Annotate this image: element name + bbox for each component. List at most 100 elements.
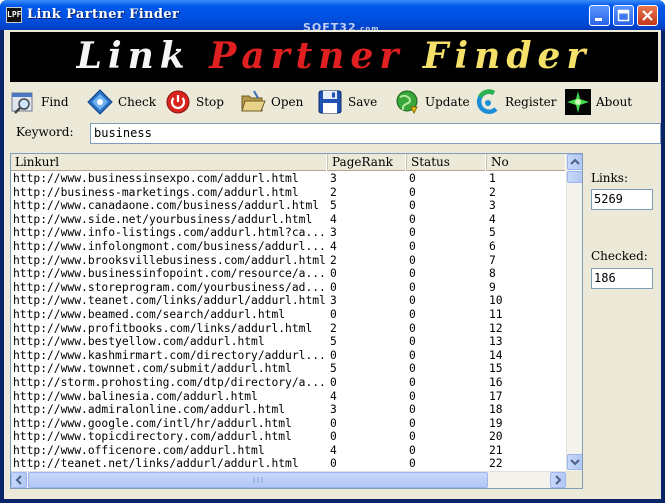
stop-label: Stop bbox=[196, 95, 224, 109]
table-row[interactable]: http://www.businessinfopoint.com/resourc… bbox=[11, 267, 567, 281]
column-header-no[interactable]: No bbox=[487, 154, 567, 171]
cell-pagerank: 2 bbox=[330, 321, 337, 335]
about-icon bbox=[565, 89, 591, 115]
table-row[interactable]: http://storm.prohosting.com/dtp/director… bbox=[11, 376, 567, 390]
maximize-button[interactable] bbox=[613, 5, 634, 26]
cell-pagerank: 4 bbox=[330, 443, 337, 457]
scroll-up-button[interactable] bbox=[567, 154, 582, 170]
chevron-down-icon bbox=[570, 459, 580, 466]
cell-pagerank: 0 bbox=[330, 430, 337, 444]
cell-linkurl: http://www.balinesia.com/addurl.html bbox=[13, 389, 258, 403]
table-row[interactable]: http://www.balinesia.com/addurl.html 4 0 17 bbox=[11, 390, 567, 404]
table-row[interactable]: http://www.townnet.com/submit/addurl.htm… bbox=[11, 362, 567, 376]
cell-pagerank: 0 bbox=[330, 307, 337, 321]
floppy-disk-icon bbox=[318, 90, 342, 114]
stop-button[interactable]: Stop bbox=[165, 88, 224, 116]
cell-linkurl: http://www.topicdirectory.com/addurl.htm… bbox=[13, 430, 292, 444]
column-header-linkurl[interactable]: Linkurl bbox=[11, 154, 328, 171]
cell-no: 5 bbox=[489, 226, 496, 240]
cell-status: 0 bbox=[409, 185, 416, 199]
results-list[interactable]: Linkurl PageRank Status No http://www.bu… bbox=[10, 153, 583, 489]
table-row[interactable]: http://www.google.com/intl/hr/addurl.htm… bbox=[11, 417, 567, 431]
cell-no: 13 bbox=[489, 335, 503, 349]
table-row[interactable]: http://www.kashmirmart.com/directory/add… bbox=[11, 349, 567, 363]
column-header-pagerank[interactable]: PageRank bbox=[328, 154, 407, 171]
cell-linkurl: http://www.townnet.com/submit/addurl.htm… bbox=[13, 362, 292, 376]
cell-pagerank: 5 bbox=[330, 199, 337, 213]
cell-status: 0 bbox=[409, 267, 416, 281]
cell-status: 0 bbox=[409, 199, 416, 213]
scroll-right-button[interactable] bbox=[550, 472, 566, 488]
cell-linkurl: http://www.side.net/yourbusiness/addurl.… bbox=[13, 212, 313, 226]
table-row[interactable]: http://www.teanet.com/links/addurl/addur… bbox=[11, 294, 567, 308]
links-count-field[interactable]: 5269 bbox=[591, 189, 653, 210]
table-row[interactable]: http://www.storeprogram.com/yourbusiness… bbox=[11, 281, 567, 295]
table-row[interactable]: http://www.admiralonline.com/addurl.html… bbox=[11, 403, 567, 417]
check-button[interactable]: Check bbox=[87, 88, 156, 116]
checked-count-field[interactable]: 186 bbox=[591, 268, 653, 289]
table-row[interactable]: http://www.profitbooks.com/links/addurl.… bbox=[11, 322, 567, 336]
table-row[interactable]: http://teanet.net/links/addurl/addurl.ht… bbox=[11, 457, 567, 471]
keyword-label: Keyword: bbox=[16, 125, 74, 139]
close-button[interactable] bbox=[637, 5, 658, 26]
banner: Link Partner Finder bbox=[10, 32, 658, 82]
title-bar[interactable]: LPF Link Partner Finder SOFT32.com bbox=[0, 0, 665, 34]
table-row[interactable]: http://www.brooksvillebusiness.com/addur… bbox=[11, 254, 567, 268]
find-button[interactable]: Find bbox=[10, 88, 69, 116]
table-row[interactable]: http://www.bestyellow.com/addurl.html 5 0 1… bbox=[11, 335, 567, 349]
table-row[interactable]: http://www.infolongmont.com/business/add… bbox=[11, 240, 567, 254]
cell-no: 14 bbox=[489, 348, 503, 362]
cell-linkurl: http://www.officenore.com/addurl.html bbox=[13, 443, 265, 457]
table-row[interactable]: http://business-marketings.com/addurl.ht… bbox=[11, 186, 567, 200]
cell-pagerank: 0 bbox=[330, 280, 337, 294]
column-header-status[interactable]: Status bbox=[407, 154, 487, 171]
register-icon bbox=[476, 89, 498, 114]
table-row[interactable]: http://www.canadaone.com/business/addurl… bbox=[11, 199, 567, 213]
cell-status: 0 bbox=[409, 280, 416, 294]
horizontal-scroll-thumb[interactable] bbox=[28, 472, 488, 488]
cell-status: 0 bbox=[409, 375, 416, 389]
cell-status: 0 bbox=[409, 362, 416, 376]
cell-pagerank: 2 bbox=[330, 185, 337, 199]
update-button[interactable]: Update bbox=[394, 88, 470, 116]
table-row[interactable]: http://www.officenore.com/addurl.html 4 0 2… bbox=[11, 444, 567, 458]
cell-no: 18 bbox=[489, 403, 503, 417]
cell-linkurl: http://www.businessinfopoint.com/resourc… bbox=[13, 267, 326, 281]
banner-word-partner: Partner bbox=[209, 35, 405, 77]
check-icon bbox=[87, 89, 113, 115]
cell-status: 0 bbox=[409, 403, 416, 417]
vertical-scrollbar[interactable] bbox=[566, 154, 582, 472]
keyword-input[interactable]: business bbox=[90, 123, 661, 144]
horizontal-scrollbar[interactable] bbox=[11, 471, 567, 488]
register-button[interactable]: Register bbox=[474, 88, 556, 116]
table-row[interactable]: http://www.info-listings.com/addurl.html… bbox=[11, 226, 567, 240]
cell-pagerank: 3 bbox=[330, 403, 337, 417]
table-row[interactable]: http://www.side.net/yourbusiness/addurl.… bbox=[11, 213, 567, 227]
scroll-left-button[interactable] bbox=[11, 472, 27, 488]
cell-no: 2 bbox=[489, 185, 496, 199]
checked-label: Checked: bbox=[591, 249, 648, 263]
minimize-button[interactable] bbox=[589, 5, 610, 26]
save-button[interactable]: Save bbox=[317, 88, 377, 116]
scroll-down-button[interactable] bbox=[567, 454, 582, 470]
cell-no: 22 bbox=[489, 457, 503, 471]
cell-status: 0 bbox=[409, 226, 416, 240]
register-label: Register bbox=[505, 95, 557, 109]
about-button[interactable]: About bbox=[565, 88, 632, 116]
list-header: Linkurl PageRank Status No bbox=[11, 154, 567, 171]
table-row[interactable]: http://www.topicdirectory.com/addurl.htm… bbox=[11, 430, 567, 444]
cell-linkurl: http://www.info-listings.com/addurl.html… bbox=[13, 226, 326, 240]
cell-status: 0 bbox=[409, 443, 416, 457]
open-button[interactable]: Open bbox=[240, 88, 303, 116]
table-row[interactable]: http://www.beamed.com/search/addurl.html… bbox=[11, 308, 567, 322]
vertical-scroll-thumb[interactable] bbox=[567, 171, 582, 183]
about-label: About bbox=[596, 95, 633, 109]
cell-status: 0 bbox=[409, 294, 416, 308]
app-icon: LPF bbox=[6, 7, 22, 23]
cell-status: 0 bbox=[409, 389, 416, 403]
cell-pagerank: 3 bbox=[330, 294, 337, 308]
cell-status: 0 bbox=[409, 253, 416, 267]
table-row[interactable]: http://www.businessinsexpo.com/addurl.ht… bbox=[11, 172, 567, 186]
cell-no: 8 bbox=[489, 267, 496, 281]
cell-pagerank: 0 bbox=[330, 348, 337, 362]
